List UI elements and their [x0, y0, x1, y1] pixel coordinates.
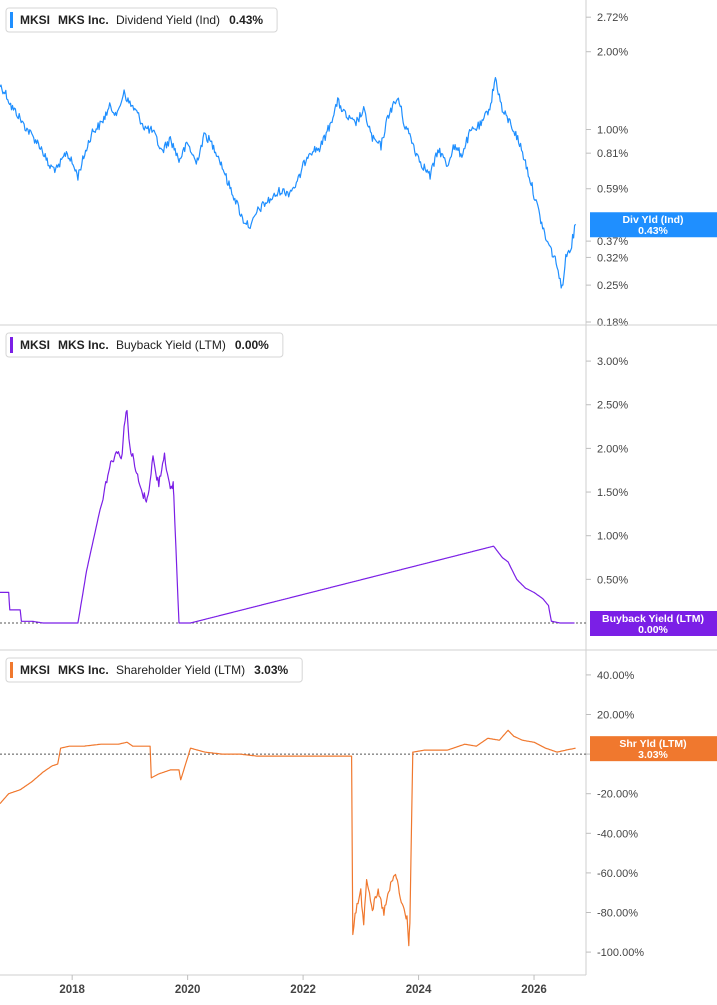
legend-metric: Dividend Yield (Ind): [116, 13, 220, 27]
current-value-badge: Buyback Yield (LTM)0.00%: [590, 611, 717, 636]
legend-color-marker: [10, 662, 13, 678]
panel-1: 2.72% 2.00% 1.00% 0.81% 0.59% 0.37% 0.32% 0.25%…: [0, 7, 717, 329]
y-tick-label: -40.00%: [597, 828, 638, 840]
y-tick-label: -80.00%: [597, 908, 638, 920]
legend-company: MKS Inc.: [58, 663, 109, 677]
x-axis: 2018 2020 2022 2024 2026: [0, 974, 586, 996]
y-tick-label: 2.50%: [597, 400, 628, 412]
legend-value: 0.43%: [229, 13, 263, 27]
current-value-badge: Div Yld (Ind)0.43%: [590, 212, 717, 238]
badge-value: 0.00%: [638, 624, 668, 636]
badge-value: 3.03%: [638, 749, 668, 761]
legend-color-marker: [10, 337, 13, 353]
legend-ticker: MKSI: [20, 338, 50, 352]
y-tick-label: 0.18%: [597, 317, 628, 329]
y-tick-label: 0.59%: [597, 184, 628, 196]
y-tick-label: 1.00%: [597, 125, 628, 137]
y-tick-label: 0.50%: [597, 574, 628, 586]
badge-value: 0.43%: [638, 225, 668, 237]
panel-2: 3.00% 2.50% 2.00% 1.50% 1.00% 0.50% MKSI MKS In…: [0, 324, 717, 636]
legend-metric: Shareholder Yield (LTM): [116, 663, 245, 677]
current-value-badge: Shr Yld (LTM)3.03%: [590, 736, 717, 762]
legend-metric: Buyback Yield (LTM): [116, 338, 226, 352]
x-tick-label: 2026: [521, 984, 547, 996]
y-tick-label: 1.50%: [597, 487, 628, 499]
y-tick-label: 2.00%: [597, 47, 628, 59]
y-tick-label: 2.72%: [597, 12, 628, 24]
y-tick-label: 2.00%: [597, 443, 628, 455]
y-tick-label: 40.00%: [597, 670, 635, 682]
x-tick-label: 2018: [59, 984, 85, 996]
y-tick-label: 3.00%: [597, 356, 628, 368]
y-tick-label: -60.00%: [597, 868, 638, 880]
legend-value: 0.00%: [235, 338, 269, 352]
series-line: [0, 409, 575, 624]
y-tick-label: -100.00%: [597, 947, 644, 959]
panel-3: 40.00%20.00%0.00%-20.00%-40.00%-60.00%-8…: [0, 649, 717, 959]
y-tick-label: 20.00%: [597, 710, 635, 722]
legend-company: MKS Inc.: [58, 338, 109, 352]
series-line: [0, 76, 577, 289]
legend: MKSI MKS Inc. Buyback Yield (LTM) 0.00%: [5, 332, 284, 358]
yield-charts: 2.72% 2.00% 1.00% 0.81% 0.59% 0.37% 0.32% 0.25%…: [0, 0, 717, 996]
y-tick-label: 0.37%: [597, 236, 628, 248]
x-tick-label: 2020: [175, 984, 201, 996]
legend: MKSI MKS Inc. Dividend Yield (Ind) 0.43%: [5, 7, 278, 33]
y-tick-label: 0.81%: [597, 148, 628, 160]
series-line: [0, 729, 576, 947]
y-tick-label: -20.00%: [597, 789, 638, 801]
x-tick-label: 2022: [290, 984, 316, 996]
legend-company: MKS Inc.: [58, 13, 109, 27]
y-tick-label: 1.00%: [597, 531, 628, 543]
legend-color-marker: [10, 12, 13, 28]
x-tick-label: 2024: [406, 984, 432, 996]
legend-ticker: MKSI: [20, 13, 50, 27]
legend: MKSI MKS Inc. Shareholder Yield (LTM) 3.03%: [5, 657, 303, 683]
legend-value: 3.03%: [254, 663, 288, 677]
legend-ticker: MKSI: [20, 663, 50, 677]
y-tick-label: 0.32%: [597, 252, 628, 264]
y-tick-label: 0.25%: [597, 280, 628, 292]
